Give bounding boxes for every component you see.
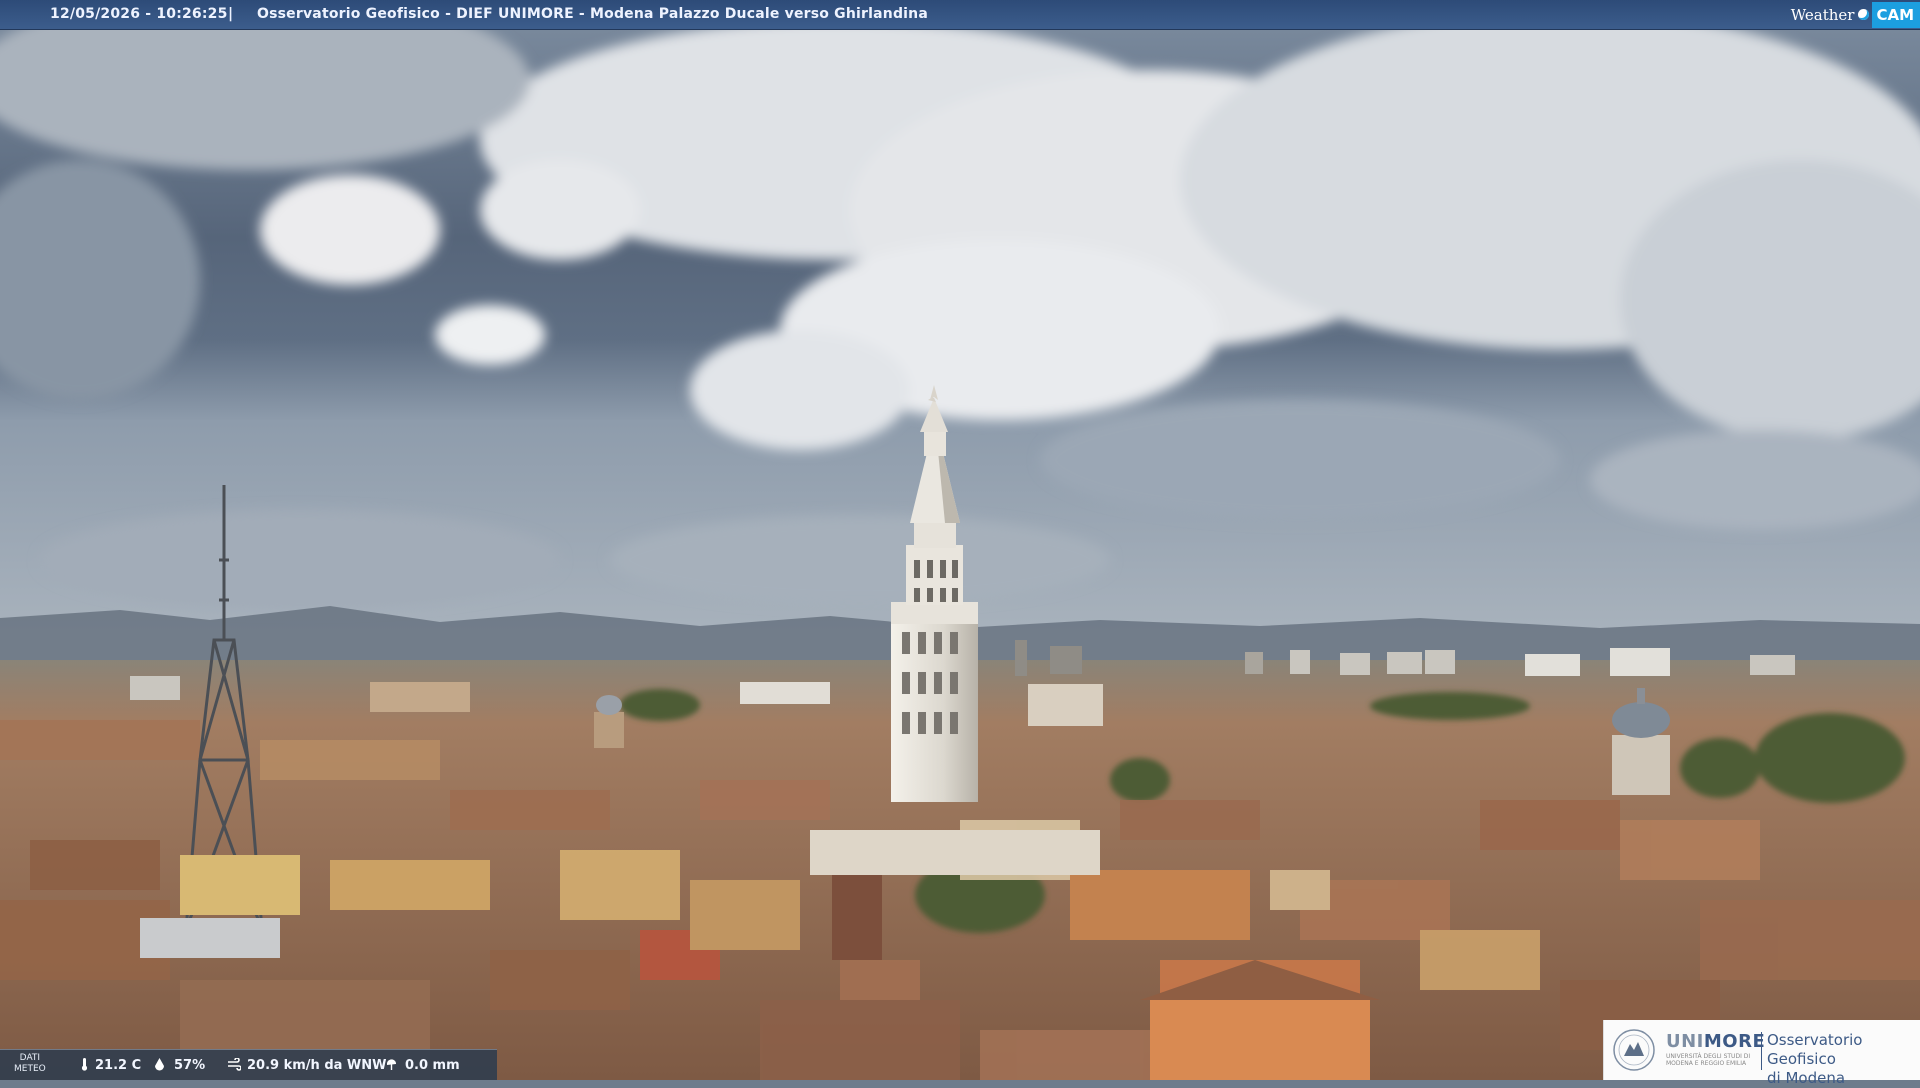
observatory-line1: Osservatorio Geofisico [1767, 1031, 1863, 1068]
yellow-building [180, 855, 300, 915]
meteo-label: DATI METEO [14, 1053, 46, 1075]
wind-value: 20.9 km/h da WNW [247, 1058, 387, 1073]
camera-title: Osservatorio Geofisico - DIEF UNIMORE - … [257, 6, 928, 22]
logo-divider [1761, 1032, 1762, 1070]
university-seal-icon [1613, 1029, 1655, 1071]
rain-value: 0.0 mm [405, 1058, 460, 1073]
timestamp: 12/05/2026 - 10:26:25 [50, 6, 228, 22]
beige-building [1270, 870, 1330, 910]
observatory-name: Osservatorio Geofisico di Modena [1767, 1031, 1920, 1088]
small-dome [594, 695, 624, 748]
mast-equipment [140, 918, 280, 958]
brand-dot-icon [1858, 9, 1870, 20]
brand-weather: Weather [1790, 5, 1855, 24]
unimore-subtitle: UNIVERSITÀ DEGLI STUDI DI MODENA E REGGI… [1666, 1053, 1751, 1067]
separator: | [228, 6, 234, 22]
humidity-icon [155, 1058, 164, 1071]
weathercam-logo: Weather CAM [1791, 0, 1920, 29]
temperature-value: 21.2 C [95, 1058, 142, 1073]
rain-icon [386, 1059, 396, 1070]
webcam-view [0, 0, 1920, 1080]
thermometer-icon [81, 1058, 88, 1071]
meteo-label-line1: DATI [19, 1053, 41, 1063]
unimore-logo: UNIMORE UNIVERSITÀ DEGLI STUDI DI MODENA… [1603, 1020, 1920, 1087]
unimore-wordmark: UNIMORE [1666, 1031, 1765, 1052]
wind-icon [228, 1058, 241, 1071]
camera-info-bar: 12/05/2026 - 10:26:25 | Osservatorio Geo… [0, 0, 1920, 30]
meteo-label-line2: METEO [14, 1064, 46, 1074]
humidity-value: 57% [174, 1058, 206, 1073]
palazzo-facade [810, 830, 1100, 875]
unimore-uni: UNI [1666, 1031, 1704, 1052]
meteo-data-bar: DATI METEO 21.2 C 57% 20.9 km/h da WNW 0… [0, 1049, 497, 1080]
observatory-line2: di Modena [1767, 1069, 1846, 1087]
brand-cam: CAM [1872, 1, 1920, 28]
unimore-more: MORE [1703, 1031, 1766, 1052]
